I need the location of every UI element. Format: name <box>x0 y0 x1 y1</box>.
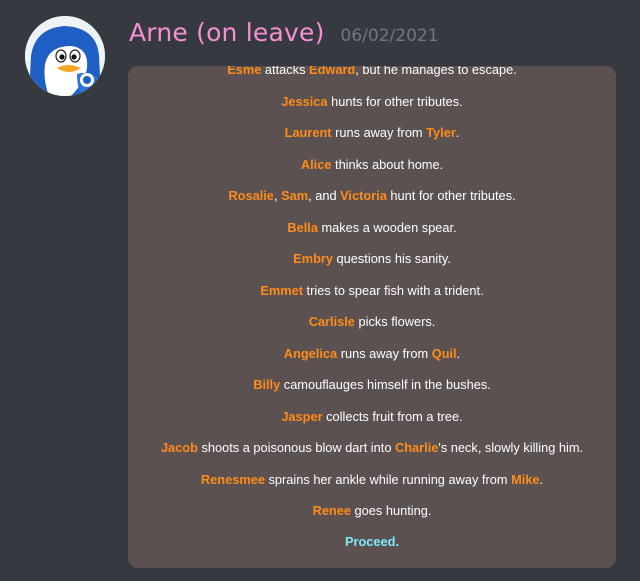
event-line: Jessica hunts for other tributes. <box>128 86 616 118</box>
tribute-name: Mike <box>511 471 540 487</box>
event-text: goes hunting. <box>351 503 432 518</box>
tribute-name: Carlisle <box>308 314 355 329</box>
event-text: tries to spear fish with a trident. <box>303 282 484 298</box>
event-text: hunts for other tributes. <box>327 93 463 109</box>
penguin-avatar-icon <box>25 16 105 96</box>
event-text: runs away from <box>337 345 432 361</box>
tribute-name: Quil <box>431 345 457 361</box>
tribute-name: Bella <box>287 219 318 235</box>
event-line: Renesmee sprains her ankle while running… <box>128 464 616 496</box>
tribute-name: Embry <box>293 251 333 266</box>
avatar[interactable] <box>25 16 105 96</box>
tribute-name: Jessica <box>281 93 328 109</box>
event-text: questions his sanity. <box>332 251 451 266</box>
tribute-name: Billy <box>253 377 281 392</box>
tribute-name: Laurent <box>284 125 332 140</box>
event-text: , and <box>308 188 341 203</box>
event-line: Laurent runs away from Tyler. <box>128 117 616 149</box>
event-line: Jacob shoots a poisonous blow dart into … <box>128 432 616 464</box>
event-text: shoots a poisonous blow dart into <box>197 440 395 455</box>
event-text: hunt for other tributes. <box>386 188 516 203</box>
tribute-name: Charlie <box>395 440 439 455</box>
event-text: picks flowers. <box>354 314 436 329</box>
tribute-name: Renesmee <box>200 471 265 487</box>
event-line: Jasper collects fruit from a tree. <box>128 401 616 433</box>
event-line: Bella makes a wooden spear. <box>128 212 616 244</box>
event-text: . <box>455 125 460 140</box>
timestamp: 06/02/2021 <box>340 26 439 46</box>
username[interactable]: Arne (on leave) <box>129 18 325 47</box>
tribute-name: Tyler <box>426 125 456 140</box>
tribute-name: Emmet <box>260 282 303 298</box>
tribute-name: Esme <box>227 66 262 77</box>
event-text: camouflauges himself in the bushes. <box>280 377 491 392</box>
event-text: , <box>273 188 282 203</box>
event-line: Esme attacks Edward, but he manages to e… <box>128 66 616 86</box>
tribute-name: Jasper <box>281 408 323 424</box>
event-text: . <box>456 345 461 361</box>
event-text: thinks about home. <box>331 156 444 172</box>
event-line: Rosalie, Sam, and Victoria hunt for othe… <box>128 180 616 212</box>
message-embed: Esme attacks Edward, but he manages to e… <box>128 66 616 568</box>
tribute-name: Rosalie <box>228 188 274 203</box>
event-text: makes a wooden spear. <box>317 219 457 235</box>
event-text: 's neck, slowly killing him. <box>438 440 584 455</box>
event-line: Angelica runs away from Quil. <box>128 338 616 370</box>
tribute-name: Renee <box>312 503 351 518</box>
event-text: attacks <box>261 66 310 77</box>
message-header: Arne (on leave) 06/02/2021 <box>129 18 439 58</box>
event-text: . <box>539 471 544 487</box>
event-line: Embry questions his sanity. <box>128 243 616 275</box>
proceed-link[interactable]: Proceed. <box>128 526 616 558</box>
tribute-name: Alice <box>300 156 332 172</box>
event-list: Esme attacks Edward, but he manages to e… <box>128 66 616 527</box>
event-text: sprains her ankle while running away fro… <box>264 471 512 487</box>
event-line: Emmet tries to spear fish with a trident… <box>128 275 616 307</box>
event-line: Billy camouflauges himself in the bushes… <box>128 369 616 401</box>
tribute-name: Angelica <box>283 345 338 361</box>
event-line: Alice thinks about home. <box>128 149 616 181</box>
event-text: collects fruit from a tree. <box>322 408 463 424</box>
tribute-name: Victoria <box>340 188 387 203</box>
tribute-name: Sam <box>281 188 309 203</box>
event-line: Carlisle picks flowers. <box>128 306 616 338</box>
event-text: runs away from <box>331 125 427 140</box>
tribute-name: Edward <box>309 66 356 77</box>
tribute-name: Jacob <box>160 440 198 455</box>
event-text: , but he manages to escape. <box>355 66 517 77</box>
event-line: Renee goes hunting. <box>128 495 616 527</box>
